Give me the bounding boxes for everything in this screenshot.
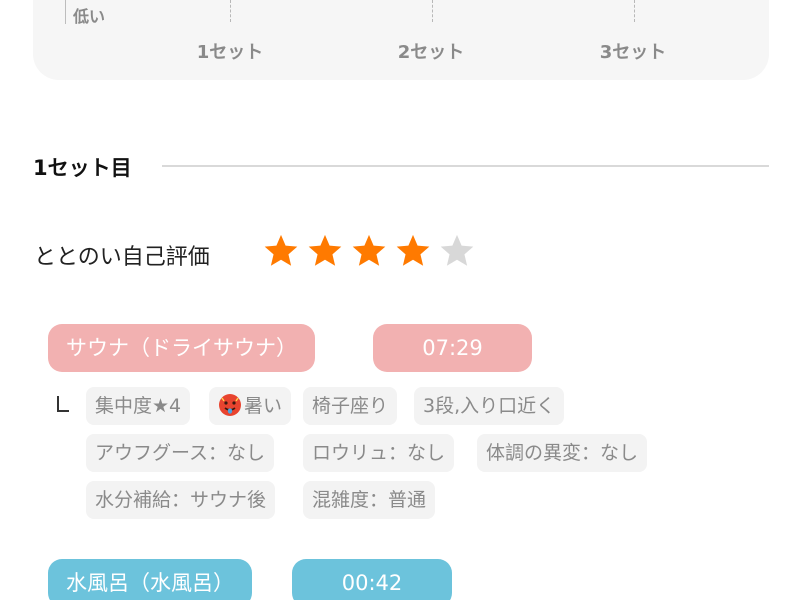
- tag-hydration: 水分補給：サウナ後: [86, 481, 276, 519]
- section-title: 1セット目: [33, 156, 132, 180]
- star-empty-icon: [440, 234, 474, 266]
- x-gridline: [432, 0, 433, 22]
- star-filled-icon: [308, 234, 342, 266]
- y-axis-line: [65, 0, 66, 24]
- tag-seat: 椅子座り: [303, 387, 398, 425]
- x-gridline: [230, 0, 231, 22]
- tag-loyly: ロウリュ：なし: [303, 434, 455, 472]
- tag-condition: 体調の異変：なし: [477, 434, 648, 472]
- hot-face-icon: [219, 394, 241, 416]
- x-tick-label: 1セット: [196, 42, 264, 63]
- x-tick-label: 3セット: [599, 42, 667, 63]
- tag-aufguss: アウフグース：なし: [86, 434, 275, 472]
- sauna-type-pill: サウナ（ドライサウナ）: [48, 324, 315, 372]
- y-axis-low-label: 低い: [73, 7, 106, 26]
- tag-connector: [57, 396, 69, 412]
- sauna-time-pill: 07:29: [373, 324, 532, 372]
- x-tick-label: 2セット: [397, 42, 465, 63]
- star-filled-icon: [396, 234, 430, 266]
- star-filled-icon: [264, 234, 298, 266]
- tag-crowd: 混雑度：普通: [303, 481, 436, 519]
- rating-label: ととのい自己評価: [34, 245, 210, 270]
- star-filled-icon: [352, 234, 386, 266]
- water-bath-time-pill: 00:42: [292, 559, 452, 600]
- star-rating: [262, 232, 476, 270]
- water-bath-type-pill: 水風呂（水風呂）: [48, 559, 252, 600]
- tag-focus: 集中度★4: [86, 387, 191, 425]
- tag-hot: 暑い: [209, 387, 292, 425]
- section-divider: [162, 165, 769, 167]
- x-gridline: [634, 0, 635, 22]
- tag-position: 3段,入り口近く: [414, 387, 565, 425]
- tag-hot-label: 暑い: [244, 395, 283, 417]
